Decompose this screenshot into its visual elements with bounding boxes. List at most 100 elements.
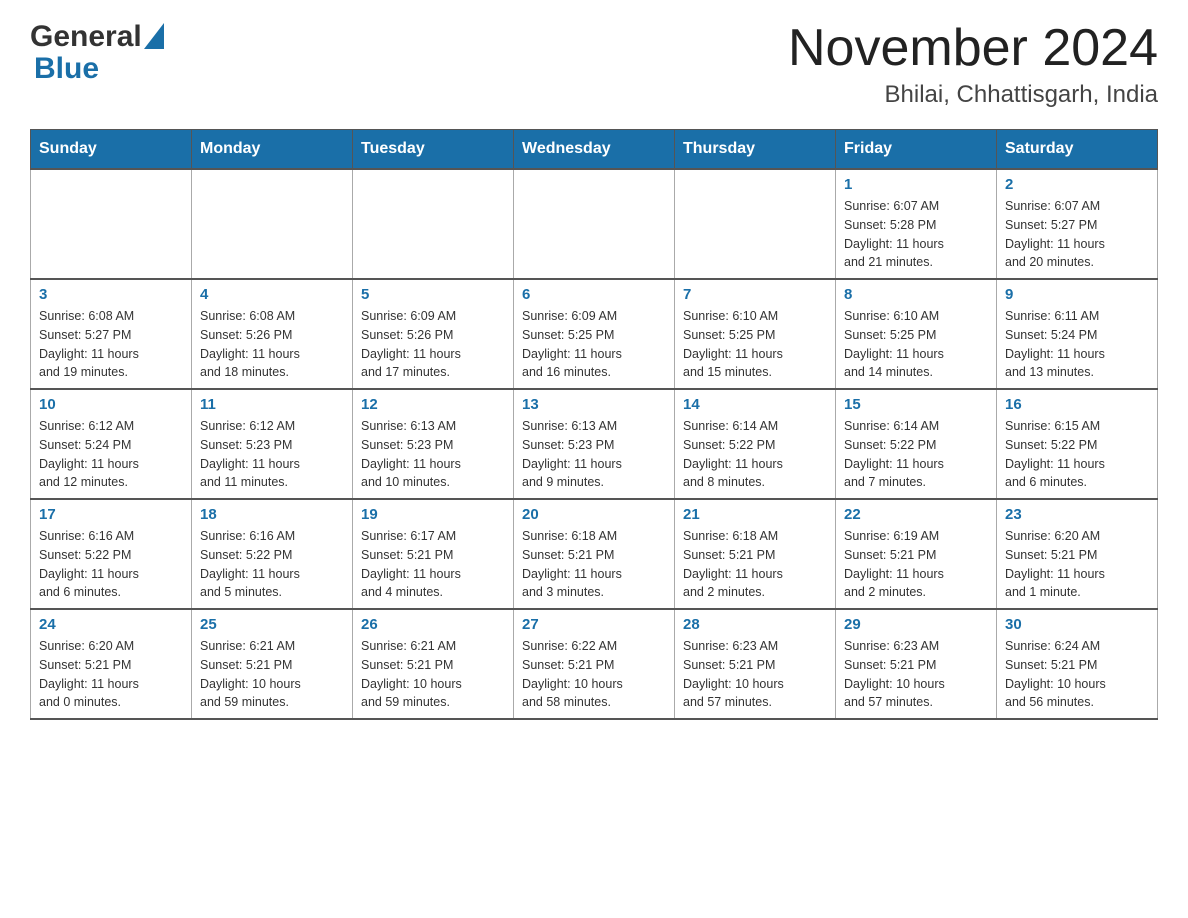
day-number: 27: [522, 616, 666, 633]
calendar-cell: 11Sunrise: 6:12 AM Sunset: 5:23 PM Dayli…: [192, 389, 353, 499]
calendar-week-row: 1 Sunrise: 6:07 AM Sunset: 5:28 PM Daylig…: [31, 169, 1158, 279]
calendar-cell: [192, 169, 353, 279]
logo: General Blue: [30, 20, 164, 86]
calendar-cell: 24 Sunrise: 6:20 AM Sunset: 5:21 PM Dayli…: [31, 609, 192, 719]
calendar-cell: 8 Sunrise: 6:10 AM Sunset: 5:25 PM Daylig…: [836, 279, 997, 389]
day-info: Sunrise: 6:18 AM Sunset: 5:21 PM Dayligh…: [683, 527, 827, 602]
day-number: 1: [844, 176, 988, 193]
calendar-cell: 5 Sunrise: 6:09 AM Sunset: 5:26 PM Daylig…: [353, 279, 514, 389]
day-info: Sunrise: 6:19 AM Sunset: 5:21 PM Dayligh…: [844, 527, 988, 602]
day-info: Sunrise: 6:18 AM Sunset: 5:21 PM Dayligh…: [522, 527, 666, 602]
calendar-cell: 28 Sunrise: 6:23 AM Sunset: 5:21 PM Dayli…: [675, 609, 836, 719]
logo-triangle-icon: [144, 23, 164, 49]
day-number: 10: [39, 396, 183, 413]
day-number: 17: [39, 506, 183, 523]
day-info: Sunrise: 6:14 AM Sunset: 5:22 PM Dayligh…: [844, 417, 988, 492]
month-title: November 2024: [788, 20, 1158, 77]
day-of-week-header: Friday: [836, 130, 997, 170]
day-info: Sunrise: 6:21 AM Sunset: 5:21 PM Dayligh…: [200, 637, 344, 712]
calendar-cell: 26Sunrise: 6:21 AM Sunset: 5:21 PM Dayli…: [353, 609, 514, 719]
day-number: 24: [39, 616, 183, 633]
day-number: 28: [683, 616, 827, 633]
day-number: 14: [683, 396, 827, 413]
calendar-cell: [514, 169, 675, 279]
day-number: 7: [683, 286, 827, 303]
day-number: 22: [844, 506, 988, 523]
day-number: 25: [200, 616, 344, 633]
day-of-week-header: Monday: [192, 130, 353, 170]
calendar-week-row: 24 Sunrise: 6:20 AM Sunset: 5:21 PM Dayli…: [31, 609, 1158, 719]
day-info: Sunrise: 6:10 AM Sunset: 5:25 PM Dayligh…: [844, 307, 988, 382]
day-number: 21: [683, 506, 827, 523]
calendar-cell: 20 Sunrise: 6:18 AM Sunset: 5:21 PM Dayli…: [514, 499, 675, 609]
day-number: 11: [200, 396, 344, 413]
day-number: 30: [1005, 616, 1149, 633]
page-header: General Blue November 2024 Bhilai, Chhat…: [30, 20, 1158, 109]
calendar-cell: 2 Sunrise: 6:07 AM Sunset: 5:27 PM Daylig…: [997, 169, 1158, 279]
day-info: Sunrise: 6:23 AM Sunset: 5:21 PM Dayligh…: [844, 637, 988, 712]
logo-general-text: General: [30, 20, 142, 54]
calendar-cell: 13 Sunrise: 6:13 AM Sunset: 5:23 PM Dayli…: [514, 389, 675, 499]
calendar-cell: 4 Sunrise: 6:08 AM Sunset: 5:26 PM Daylig…: [192, 279, 353, 389]
calendar-week-row: 3 Sunrise: 6:08 AM Sunset: 5:27 PM Daylig…: [31, 279, 1158, 389]
calendar-cell: 15 Sunrise: 6:14 AM Sunset: 5:22 PM Dayli…: [836, 389, 997, 499]
calendar-cell: 21 Sunrise: 6:18 AM Sunset: 5:21 PM Dayli…: [675, 499, 836, 609]
day-number: 5: [361, 286, 505, 303]
day-number: 15: [844, 396, 988, 413]
day-number: 6: [522, 286, 666, 303]
calendar-cell: [675, 169, 836, 279]
day-info: Sunrise: 6:20 AM Sunset: 5:21 PM Dayligh…: [1005, 527, 1149, 602]
day-info: Sunrise: 6:08 AM Sunset: 5:27 PM Dayligh…: [39, 307, 183, 382]
day-info: Sunrise: 6:20 AM Sunset: 5:21 PM Dayligh…: [39, 637, 183, 712]
day-number: 4: [200, 286, 344, 303]
day-info: Sunrise: 6:09 AM Sunset: 5:26 PM Dayligh…: [361, 307, 505, 382]
calendar-cell: 17Sunrise: 6:16 AM Sunset: 5:22 PM Dayli…: [31, 499, 192, 609]
day-number: 12: [361, 396, 505, 413]
day-number: 8: [844, 286, 988, 303]
day-of-week-header: Tuesday: [353, 130, 514, 170]
day-info: Sunrise: 6:21 AM Sunset: 5:21 PM Dayligh…: [361, 637, 505, 712]
calendar-cell: 19 Sunrise: 6:17 AM Sunset: 5:21 PM Dayli…: [353, 499, 514, 609]
location-title: Bhilai, Chhattisgarh, India: [788, 81, 1158, 109]
calendar-cell: 12 Sunrise: 6:13 AM Sunset: 5:23 PM Dayli…: [353, 389, 514, 499]
calendar-cell: 29Sunrise: 6:23 AM Sunset: 5:21 PM Dayli…: [836, 609, 997, 719]
day-info: Sunrise: 6:07 AM Sunset: 5:28 PM Dayligh…: [844, 197, 988, 272]
day-info: Sunrise: 6:16 AM Sunset: 5:22 PM Dayligh…: [200, 527, 344, 602]
day-info: Sunrise: 6:08 AM Sunset: 5:26 PM Dayligh…: [200, 307, 344, 382]
day-info: Sunrise: 6:13 AM Sunset: 5:23 PM Dayligh…: [361, 417, 505, 492]
day-number: 2: [1005, 176, 1149, 193]
calendar-week-row: 17 Sunrise: 6:16 AM Sunset: 5:22 PM Dayli…: [31, 499, 1158, 609]
day-info: Sunrise: 6:07 AM Sunset: 5:27 PM Dayligh…: [1005, 197, 1149, 272]
day-number: 19: [361, 506, 505, 523]
calendar-cell: 14 Sunrise: 6:14 AM Sunset: 5:22 PM Dayli…: [675, 389, 836, 499]
day-info: Sunrise: 6:23 AM Sunset: 5:21 PM Dayligh…: [683, 637, 827, 712]
calendar-cell: 23Sunrise: 6:20 AM Sunset: 5:21 PM Dayli…: [997, 499, 1158, 609]
calendar-cell: 6 Sunrise: 6:09 AM Sunset: 5:25 PM Daylig…: [514, 279, 675, 389]
day-number: 16: [1005, 396, 1149, 413]
title-section: November 2024 Bhilai, Chhattisgarh, Indi…: [788, 20, 1158, 109]
calendar-cell: 30 Sunrise: 6:24 AM Sunset: 5:21 PM Dayli…: [997, 609, 1158, 719]
calendar-cell: 10 Sunrise: 6:12 AM Sunset: 5:24 PM Dayli…: [31, 389, 192, 499]
calendar-cell: [353, 169, 514, 279]
calendar-cell: 22 Sunrise: 6:19 AM Sunset: 5:21 PM Dayli…: [836, 499, 997, 609]
day-info: Sunrise: 6:24 AM Sunset: 5:21 PM Dayligh…: [1005, 637, 1149, 712]
calendar-table: SundayMondayTuesdayWednesdayThursdayFrid…: [30, 129, 1158, 720]
calendar-cell: 16Sunrise: 6:15 AM Sunset: 5:22 PM Dayli…: [997, 389, 1158, 499]
calendar-cell: 18 Sunrise: 6:16 AM Sunset: 5:22 PM Dayli…: [192, 499, 353, 609]
day-info: Sunrise: 6:09 AM Sunset: 5:25 PM Dayligh…: [522, 307, 666, 382]
day-info: Sunrise: 6:13 AM Sunset: 5:23 PM Dayligh…: [522, 417, 666, 492]
day-of-week-header: Thursday: [675, 130, 836, 170]
day-info: Sunrise: 6:11 AM Sunset: 5:24 PM Dayligh…: [1005, 307, 1149, 382]
day-number: 3: [39, 286, 183, 303]
day-number: 18: [200, 506, 344, 523]
day-info: Sunrise: 6:14 AM Sunset: 5:22 PM Dayligh…: [683, 417, 827, 492]
calendar-cell: [31, 169, 192, 279]
day-number: 20: [522, 506, 666, 523]
day-info: Sunrise: 6:17 AM Sunset: 5:21 PM Dayligh…: [361, 527, 505, 602]
day-info: Sunrise: 6:12 AM Sunset: 5:24 PM Dayligh…: [39, 417, 183, 492]
calendar-cell: 7Sunrise: 6:10 AM Sunset: 5:25 PM Daylig…: [675, 279, 836, 389]
day-info: Sunrise: 6:22 AM Sunset: 5:21 PM Dayligh…: [522, 637, 666, 712]
calendar-week-row: 10 Sunrise: 6:12 AM Sunset: 5:24 PM Dayli…: [31, 389, 1158, 499]
calendar-cell: 27 Sunrise: 6:22 AM Sunset: 5:21 PM Dayli…: [514, 609, 675, 719]
day-number: 13: [522, 396, 666, 413]
